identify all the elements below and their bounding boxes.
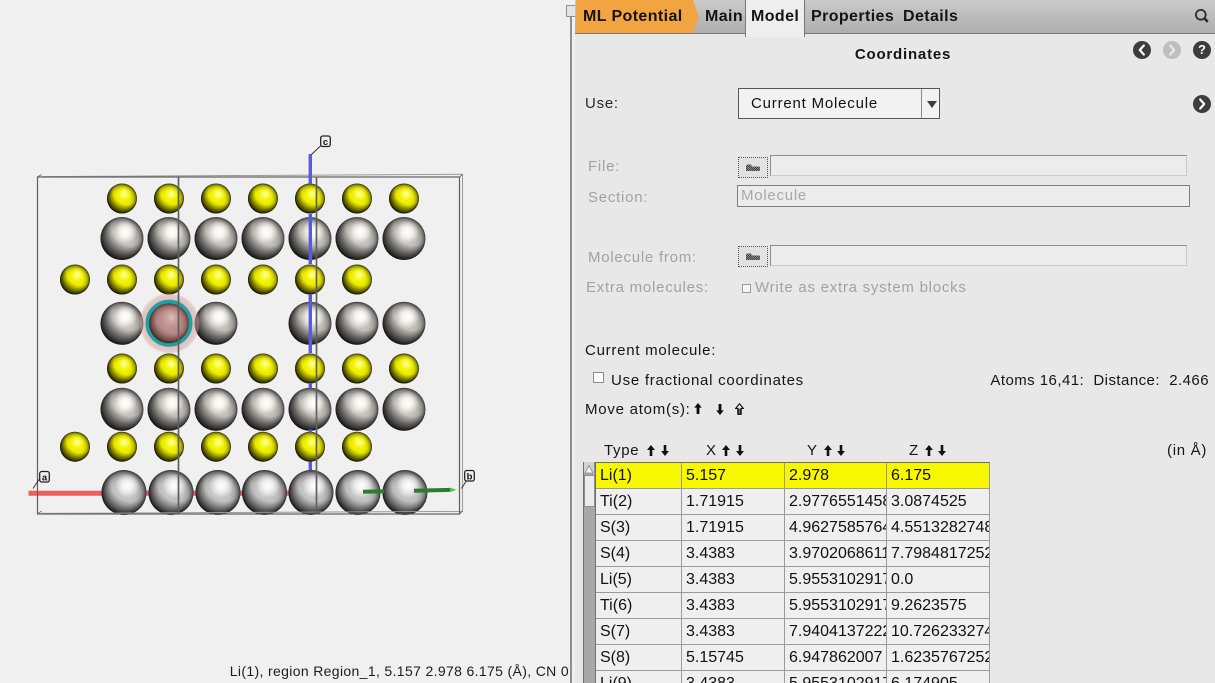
svg-text:a: a [42, 472, 48, 483]
svg-text:c: c [323, 137, 328, 148]
svg-text:b: b [467, 471, 473, 482]
